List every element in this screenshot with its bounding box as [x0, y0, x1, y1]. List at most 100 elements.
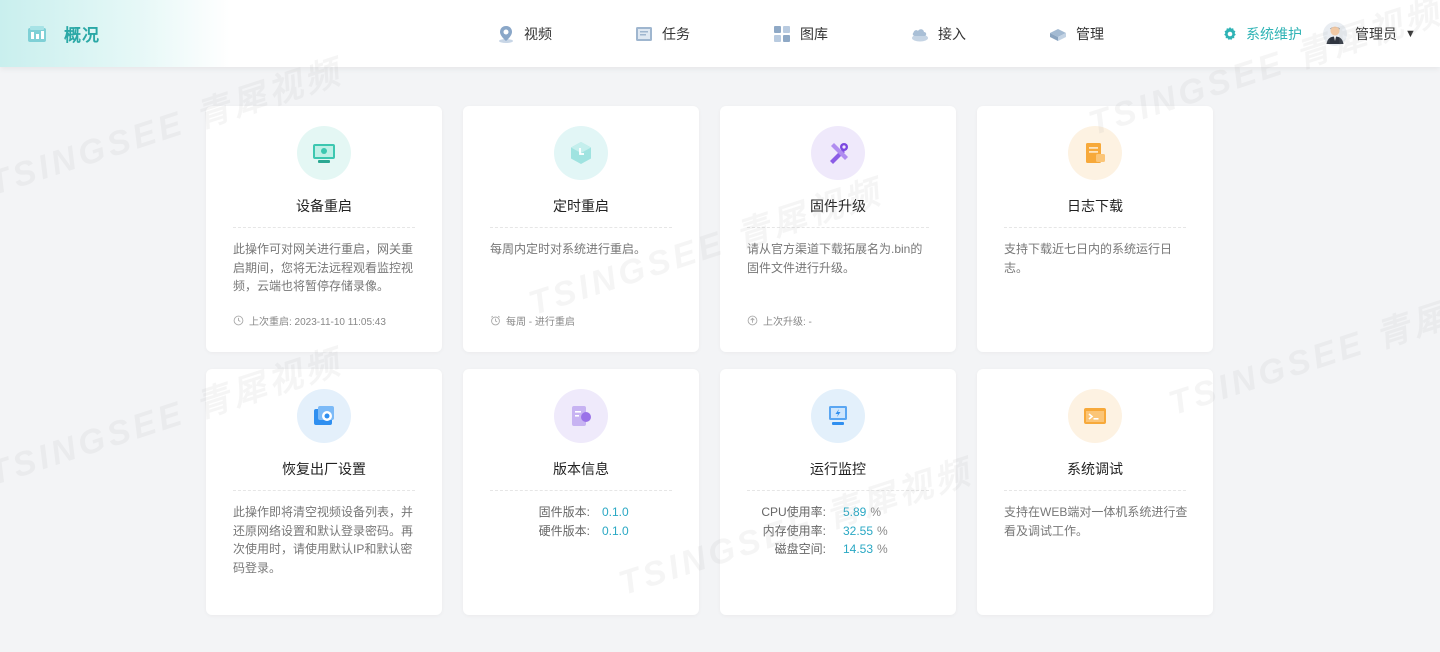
scheduled-restart-icon — [571, 142, 591, 164]
card-title: 定时重启 — [553, 198, 609, 214]
card-footer: 上次升级: - — [747, 313, 812, 328]
system-maintenance-label: 系统维护 — [1246, 25, 1302, 42]
hardware-version-label: 硬件版本: — [538, 523, 590, 538]
brand-area[interactable]: 概况 — [0, 0, 230, 67]
cpu-usage-value: 5.89 — [843, 505, 867, 519]
log-download-icon — [1086, 143, 1105, 163]
firmware-version-label: 固件版本: — [538, 505, 590, 519]
user-name: 管理员 — [1355, 25, 1397, 42]
gallery-icon — [774, 25, 790, 42]
card-description: 支持下载近七日内的系统运行日志。 — [1004, 242, 1173, 275]
card-factory-reset[interactable]: 恢复出厂设置 此操作即将清空视频设备列表，并还原网络设置和默认登录密码。再次使用… — [206, 369, 442, 615]
card-icon-wrap — [811, 389, 865, 443]
card-device-restart[interactable]: 设备重启 此操作可对网关进行重启，网关重启期间，您将无法远程观看监控视频，云端也… — [206, 106, 442, 352]
disk-usage-value-row: 14.53% — [833, 540, 888, 559]
card-title: 系统调试 — [1067, 461, 1123, 477]
card-title: 恢复出厂设置 — [282, 461, 366, 477]
firmware-version-value: 0.1.0 — [602, 505, 629, 519]
card-icon-wrap — [297, 126, 351, 180]
memory-usage-unit: % — [877, 523, 888, 538]
hardware-version-value: 0.1.0 — [602, 523, 629, 538]
memory-usage-value-row: 32.55% — [833, 522, 888, 541]
divider — [233, 490, 415, 491]
card-icon-wrap — [1068, 389, 1122, 443]
top-navigation-bar: 概况 视频 任务 图库 接入 管理 系统维护 管理员 ▼ — [0, 0, 1440, 67]
divider — [490, 490, 672, 491]
card-title: 设备重启 — [296, 198, 352, 214]
disk-usage-unit: % — [877, 542, 888, 556]
card-description: 此操作即将清空视频设备列表，并还原网络设置和默认登录密码。再次使用时，请使用默认… — [233, 505, 414, 575]
divider — [1004, 227, 1186, 228]
run-monitor-icon — [829, 406, 847, 425]
main-nav: 视频 任务 图库 接入 管理 — [496, 0, 1186, 67]
hardware-version-value-row: 0.1.0 — [592, 522, 629, 541]
divider — [490, 227, 672, 228]
factory-reset-icon — [314, 406, 334, 425]
nav-item-access[interactable]: 接入 — [910, 0, 1048, 67]
nav-label-video: 视频 — [524, 25, 552, 42]
divider — [1004, 490, 1186, 491]
card-icon-wrap — [1068, 126, 1122, 180]
map-pin-icon — [499, 25, 513, 43]
avatar — [1323, 21, 1347, 46]
card-firmware-upgrade[interactable]: 固件升级 请从官方渠道下载拓展名为.bin的固件文件进行升级。 上次升级: - — [720, 106, 956, 352]
card-title: 日志下载 — [1067, 198, 1123, 214]
nav-label-manage: 管理 — [1076, 25, 1104, 42]
firmware-upgrade-icon — [830, 143, 848, 164]
manage-icon — [1050, 28, 1066, 41]
chevron-down-icon: ▼ — [1405, 27, 1416, 40]
version-info-icon — [572, 406, 591, 426]
card-log-download[interactable]: 日志下载 支持下载近七日内的系统运行日志。 — [977, 106, 1213, 352]
nav-item-video[interactable]: 视频 — [496, 0, 634, 67]
history-icon — [233, 315, 244, 326]
card-icon-wrap — [297, 389, 351, 443]
card-scheduled-restart[interactable]: 定时重启 每周内定时对系统进行重启。 每周 - 进行重启 — [463, 106, 699, 352]
card-icon-wrap — [554, 389, 608, 443]
card-title: 固件升级 — [810, 198, 866, 214]
nav-item-gallery[interactable]: 图库 — [772, 0, 910, 67]
cpu-usage-label: CPU使用率: — [761, 505, 826, 519]
card-description: 请从官方渠道下载拓展名为.bin的固件文件进行升级。 — [747, 242, 923, 275]
schedule-text: 每周 - 进行重启 — [506, 317, 575, 328]
card-description: 支持在WEB端对一体机系统进行查看及调试工作。 — [1004, 505, 1188, 538]
divider — [747, 227, 929, 228]
nav-item-manage[interactable]: 管理 — [1048, 0, 1186, 67]
divider — [747, 490, 929, 491]
card-icon-wrap — [811, 126, 865, 180]
nav-label-task: 任务 — [662, 25, 690, 42]
disk-usage-label: 磁盘空间: — [774, 542, 826, 556]
card-title: 运行监控 — [810, 461, 866, 477]
card-title: 版本信息 — [553, 461, 609, 477]
nav-label-gallery: 图库 — [800, 25, 828, 42]
disk-usage-value: 14.53 — [843, 542, 874, 556]
nav-item-task[interactable]: 任务 — [634, 0, 772, 67]
card-footer: 上次重启: 2023-11-10 11:05:43 — [233, 313, 386, 328]
last-upgrade-text: 上次升级: - — [763, 317, 812, 328]
task-icon — [636, 26, 652, 41]
upgrade-arrow-icon — [747, 315, 758, 326]
system-debug-icon — [1084, 408, 1106, 424]
card-description: 此操作可对网关进行重启，网关重启期间，您将无法远程观看监控视频，云端也将暂停存储… — [233, 242, 414, 293]
card-system-debug[interactable]: 系统调试 支持在WEB端对一体机系统进行查看及调试工作。 — [977, 369, 1213, 615]
page-title: 概况 — [64, 26, 100, 45]
user-menu[interactable]: 管理员 ▼ — [1323, 0, 1416, 67]
card-version-info[interactable]: 版本信息 固件版本: 0.1.0 硬件版本: 0.1.0 — [463, 369, 699, 615]
firmware-version-value-row: 0.1.0 — [592, 503, 629, 522]
card-footer: 每周 - 进行重启 — [490, 313, 575, 328]
gear-icon — [1224, 26, 1236, 40]
memory-usage-label: 内存使用率: — [762, 523, 826, 538]
card-description: 每周内定时对系统进行重启。 — [490, 242, 647, 256]
cloud-access-icon — [912, 28, 928, 41]
card-run-monitor[interactable]: 运行监控 CPU使用率: 5.89% 内存使用率: 32.55% 磁盘空间: 1… — [720, 369, 956, 615]
alarm-clock-icon — [491, 315, 500, 326]
card-icon-wrap — [554, 126, 608, 180]
cpu-usage-unit: % — [870, 505, 882, 519]
last-restart-text: 上次重启: 2023-11-10 11:05:43 — [249, 317, 386, 328]
nav-label-access: 接入 — [938, 25, 966, 42]
cpu-usage-value-row: 5.89% — [833, 503, 881, 522]
divider — [233, 227, 415, 228]
device-restart-icon — [313, 144, 335, 163]
memory-usage-value: 32.55 — [843, 523, 874, 538]
overview-icon — [28, 25, 46, 42]
system-maintenance-link[interactable]: 系统维护 — [1222, 0, 1302, 67]
